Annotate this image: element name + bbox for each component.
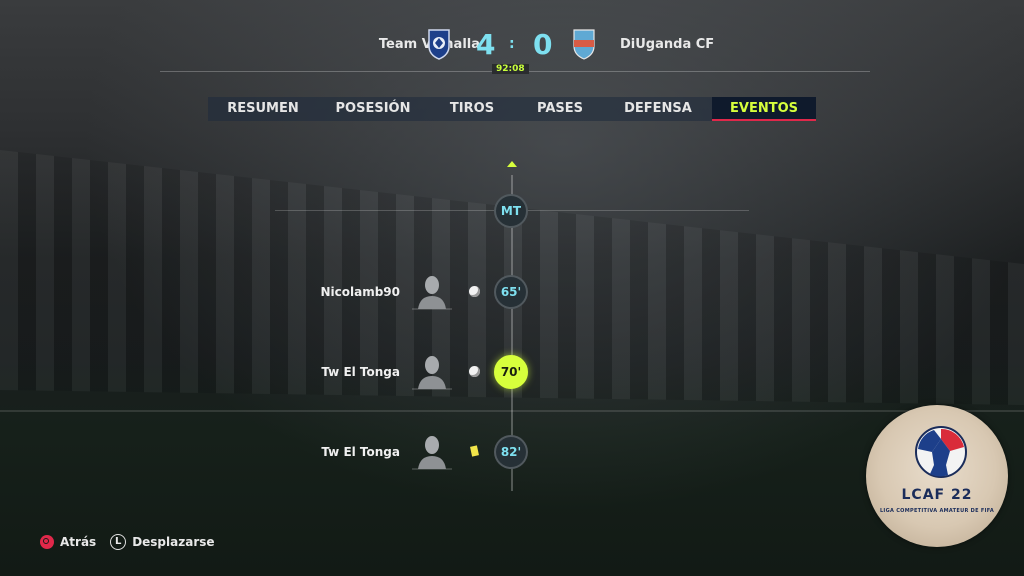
logo-title: LCAF 22	[901, 487, 973, 503]
circle-button-icon[interactable]	[40, 535, 54, 549]
halftime-marker: MT	[494, 194, 528, 228]
event-player-name: Nicolamb90	[320, 285, 400, 299]
back-label[interactable]: Atrás	[60, 535, 96, 549]
event-minute[interactable]: 82'	[494, 435, 528, 469]
controls-footer: Atrás L Desplazarse	[40, 534, 215, 550]
left-stick-icon: L	[110, 534, 127, 550]
event-minute-selected[interactable]: 70'	[494, 355, 528, 389]
away-team-name: DiUganda CF	[620, 37, 715, 52]
scoreboard: Team Valhalla 4 : 0 DiUganda CF 92:08	[160, 24, 870, 74]
goal-ball-icon	[469, 366, 480, 377]
goal-ball-icon	[469, 286, 480, 297]
league-logo: LCAF 22 LIGA COMPETITIVA AMATEUR DE FIFA	[866, 405, 1008, 547]
scroll-up-arrow-icon[interactable]	[507, 161, 517, 167]
tab-pases[interactable]: PASES	[516, 97, 604, 121]
tab-eventos[interactable]: EVENTOS	[712, 97, 816, 121]
home-score: 4	[476, 28, 496, 61]
away-score: 0	[533, 28, 553, 61]
tab-defensa[interactable]: DEFENSA	[604, 97, 712, 121]
scroll-label: Desplazarse	[132, 535, 215, 549]
event-player-name: Tw El Tonga	[321, 365, 400, 379]
away-team-crest-icon	[573, 29, 595, 60]
stats-tab-bar: RESUMEN POSESIÓN TIROS PASES DEFENSA EVE…	[208, 97, 816, 121]
player-avatar-icon	[412, 436, 452, 470]
player-avatar-icon	[412, 356, 452, 390]
event-player-name: Tw El Tonga	[321, 445, 400, 459]
event-minute[interactable]: 65'	[494, 275, 528, 309]
tab-resumen[interactable]: RESUMEN	[208, 97, 318, 121]
player-avatar-icon	[412, 276, 452, 310]
logo-ball-icon	[915, 426, 967, 478]
tab-posesion[interactable]: POSESIÓN	[318, 97, 428, 121]
match-clock: 92:08	[492, 64, 529, 74]
home-team-crest-icon	[428, 29, 450, 60]
tab-tiros[interactable]: TIROS	[428, 97, 516, 121]
logo-subtitle: LIGA COMPETITIVA AMATEUR DE FIFA	[879, 508, 995, 514]
score-separator: :	[509, 36, 515, 52]
